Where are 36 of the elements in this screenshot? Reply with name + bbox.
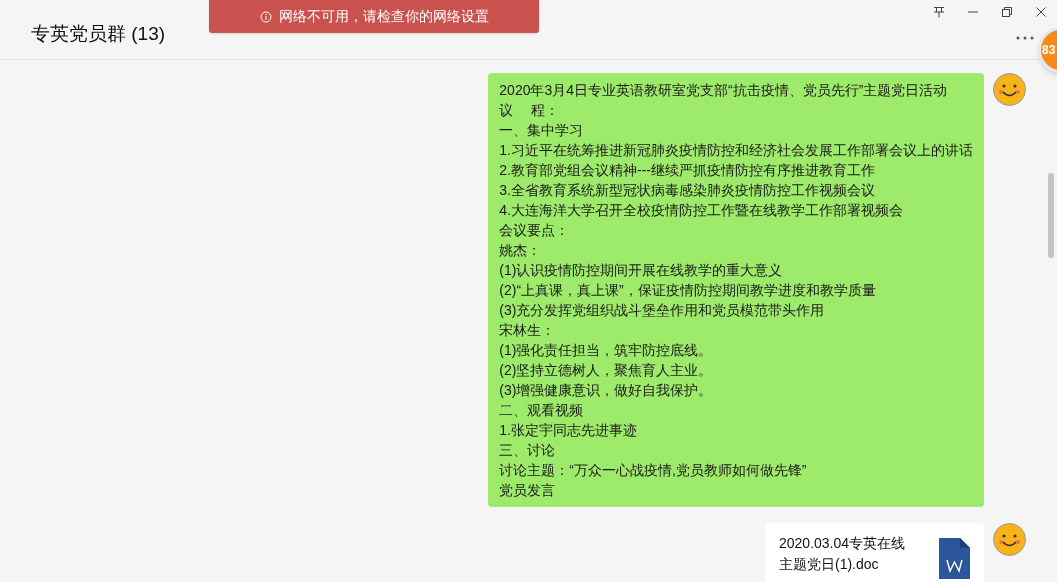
message-line: 二、观看视频: [499, 401, 585, 420]
close-icon: [1036, 7, 1046, 17]
message-line: 2020年3月4日专业英语教研室党支部“抗击疫情、党员先行”主题党日活动: [499, 81, 949, 100]
banner-text: 网络不可用，请检查你的网络设置: [278, 7, 489, 26]
message-line: (1)强化责任担当，筑牢防控底线。: [499, 341, 714, 360]
smiley-avatar-icon[interactable]: [993, 73, 1026, 106]
chat-title: 专英党员群 (13): [31, 22, 166, 47]
scrollbar[interactable]: [1048, 173, 1054, 258]
file-card[interactable]: 2020.03.04专英在线 主题党日(1).doc: [765, 523, 984, 582]
message-line: 会议要点：: [499, 221, 571, 240]
message-line: 宋林生：: [499, 321, 557, 340]
info-icon: [259, 10, 272, 23]
message-line: 三、讨论: [499, 441, 557, 460]
smiley-avatar-icon[interactable]: [993, 523, 1026, 556]
file-name: 2020.03.04专英在线: [779, 534, 906, 553]
message-line: 讨论主题：“万众一心战疫情,党员教师如何做先锋”: [499, 461, 808, 480]
file-name: 主题党日(1).doc: [779, 555, 880, 574]
message-line: 姚杰：: [499, 241, 543, 260]
message-line: 议 程：: [499, 101, 561, 120]
message-line: 2.教育部党组会议精神---继续严抓疫情防控有序推进教育工作: [499, 161, 876, 180]
word-document-icon: [939, 538, 970, 579]
message-bubble[interactable]: [488, 73, 984, 507]
message-line: 党员发言: [499, 481, 557, 500]
minimize-icon: [968, 11, 978, 13]
message-line: (1)认识疫情防控期间开展在线教学的重大意义: [499, 261, 784, 280]
restore-icon: [1002, 7, 1012, 17]
message-line: (3)充分发挥党组织战斗堡垒作用和党员模范带头作用: [499, 301, 826, 320]
message-line: 一、集中学习: [499, 121, 585, 140]
message-line: 1.张定宇同志先进事迹: [499, 421, 638, 440]
message-line: 3.全省教育系统新型冠状病毒感染肺炎疫情防控工作视频会议: [499, 181, 876, 200]
message-line: (3)增强健康意识，做好自我保护。: [499, 381, 714, 400]
message-line: (2)“上真课，真上课”，保证疫情防控期间教学进度和教学质量: [499, 281, 877, 300]
pin-icon: [933, 6, 945, 18]
message-line: (2)坚持立德树人，聚焦育人主业。: [499, 361, 714, 380]
message-line: 4.大连海洋大学召开全校疫情防控工作暨在线教学工作部署视频会: [499, 201, 904, 220]
message-line: 1.习近平在统筹推进新冠肺炎疫情防控和经济社会发展工作部署会议上的讲话: [499, 141, 973, 160]
